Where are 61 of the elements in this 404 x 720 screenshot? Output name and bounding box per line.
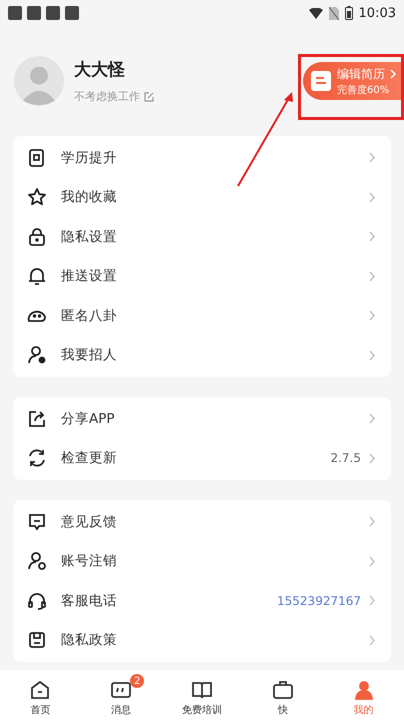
chevron-icon <box>369 556 375 567</box>
menu-item[interactable]: 隐私设置 <box>13 217 391 256</box>
avatar <box>14 56 64 106</box>
tab-bar-item[interactable]: 快 <box>248 673 318 717</box>
tab-bar-item[interactable]: 首页 <box>5 673 76 717</box>
chevron-icon <box>369 634 375 646</box>
chevron-icon <box>369 350 375 361</box>
menu-item[interactable]: 匿名八卦 <box>13 296 391 336</box>
chevron-icon <box>369 192 375 203</box>
lock-icon <box>27 226 47 247</box>
notification-icon <box>46 6 60 20</box>
briefcase-icon <box>272 679 294 701</box>
notification-icon <box>27 6 41 20</box>
chevron-icon <box>369 152 375 164</box>
refresh-icon <box>27 448 47 468</box>
menu-item[interactable]: 学历提升 <box>13 138 391 178</box>
star-icon <box>27 187 47 208</box>
chevron-icon <box>369 452 375 464</box>
edit-icon[interactable] <box>144 92 154 102</box>
menu-item[interactable]: 意见反馈 <box>13 502 391 542</box>
person-icon <box>352 679 375 701</box>
no-sim-icon <box>328 6 339 20</box>
tab-bar-item[interactable]: 2 消息 <box>86 673 156 717</box>
certificate-icon <box>27 148 47 168</box>
person-remove-icon <box>27 551 47 572</box>
menu-item[interactable]: 我要招人 <box>13 336 391 375</box>
menu-item[interactable]: 检查更新 2.7.5 <box>13 438 391 478</box>
phone-number: 15523927167 <box>277 594 361 608</box>
chevron-icon <box>369 310 375 322</box>
notification-icon <box>65 6 79 20</box>
message-icon <box>110 679 132 701</box>
tab-bar-item[interactable]: 免费培训 <box>166 673 237 717</box>
resume-icon <box>311 71 331 91</box>
chevron-icon <box>369 516 375 528</box>
job-status: 不考虑换工作 <box>74 89 140 104</box>
bell-icon <box>27 266 47 286</box>
menu-item[interactable]: 推送设置 <box>13 256 391 296</box>
version-number: 2.7.5 <box>330 451 361 466</box>
share-icon <box>27 408 47 429</box>
headset-icon <box>27 590 47 611</box>
house-icon <box>29 679 52 701</box>
chevron-icon <box>369 270 375 282</box>
user-name: 大大怪 <box>74 59 126 81</box>
menu-item[interactable]: 隐私政策 <box>13 620 391 660</box>
menu-item[interactable]: 分享APP <box>13 399 391 438</box>
menu-item[interactable]: 我的收藏 <box>13 178 391 217</box>
chevron-icon <box>369 413 375 424</box>
unread-badge: 2 <box>130 674 144 688</box>
feedback-icon <box>27 512 47 532</box>
status-time: 10:03 <box>358 6 396 20</box>
chevron-icon <box>390 69 396 79</box>
wifi-icon <box>308 8 323 18</box>
book-icon <box>190 679 213 701</box>
chevron-icon <box>369 595 375 606</box>
person-add-icon <box>27 345 47 366</box>
battery-icon <box>344 6 353 20</box>
document-icon <box>27 630 47 650</box>
menu-item[interactable]: 账号注销 <box>13 542 391 581</box>
menu-item[interactable]: 客服电话 15523927167 <box>13 581 391 620</box>
chevron-icon <box>369 231 375 242</box>
notification-icon <box>8 6 22 20</box>
